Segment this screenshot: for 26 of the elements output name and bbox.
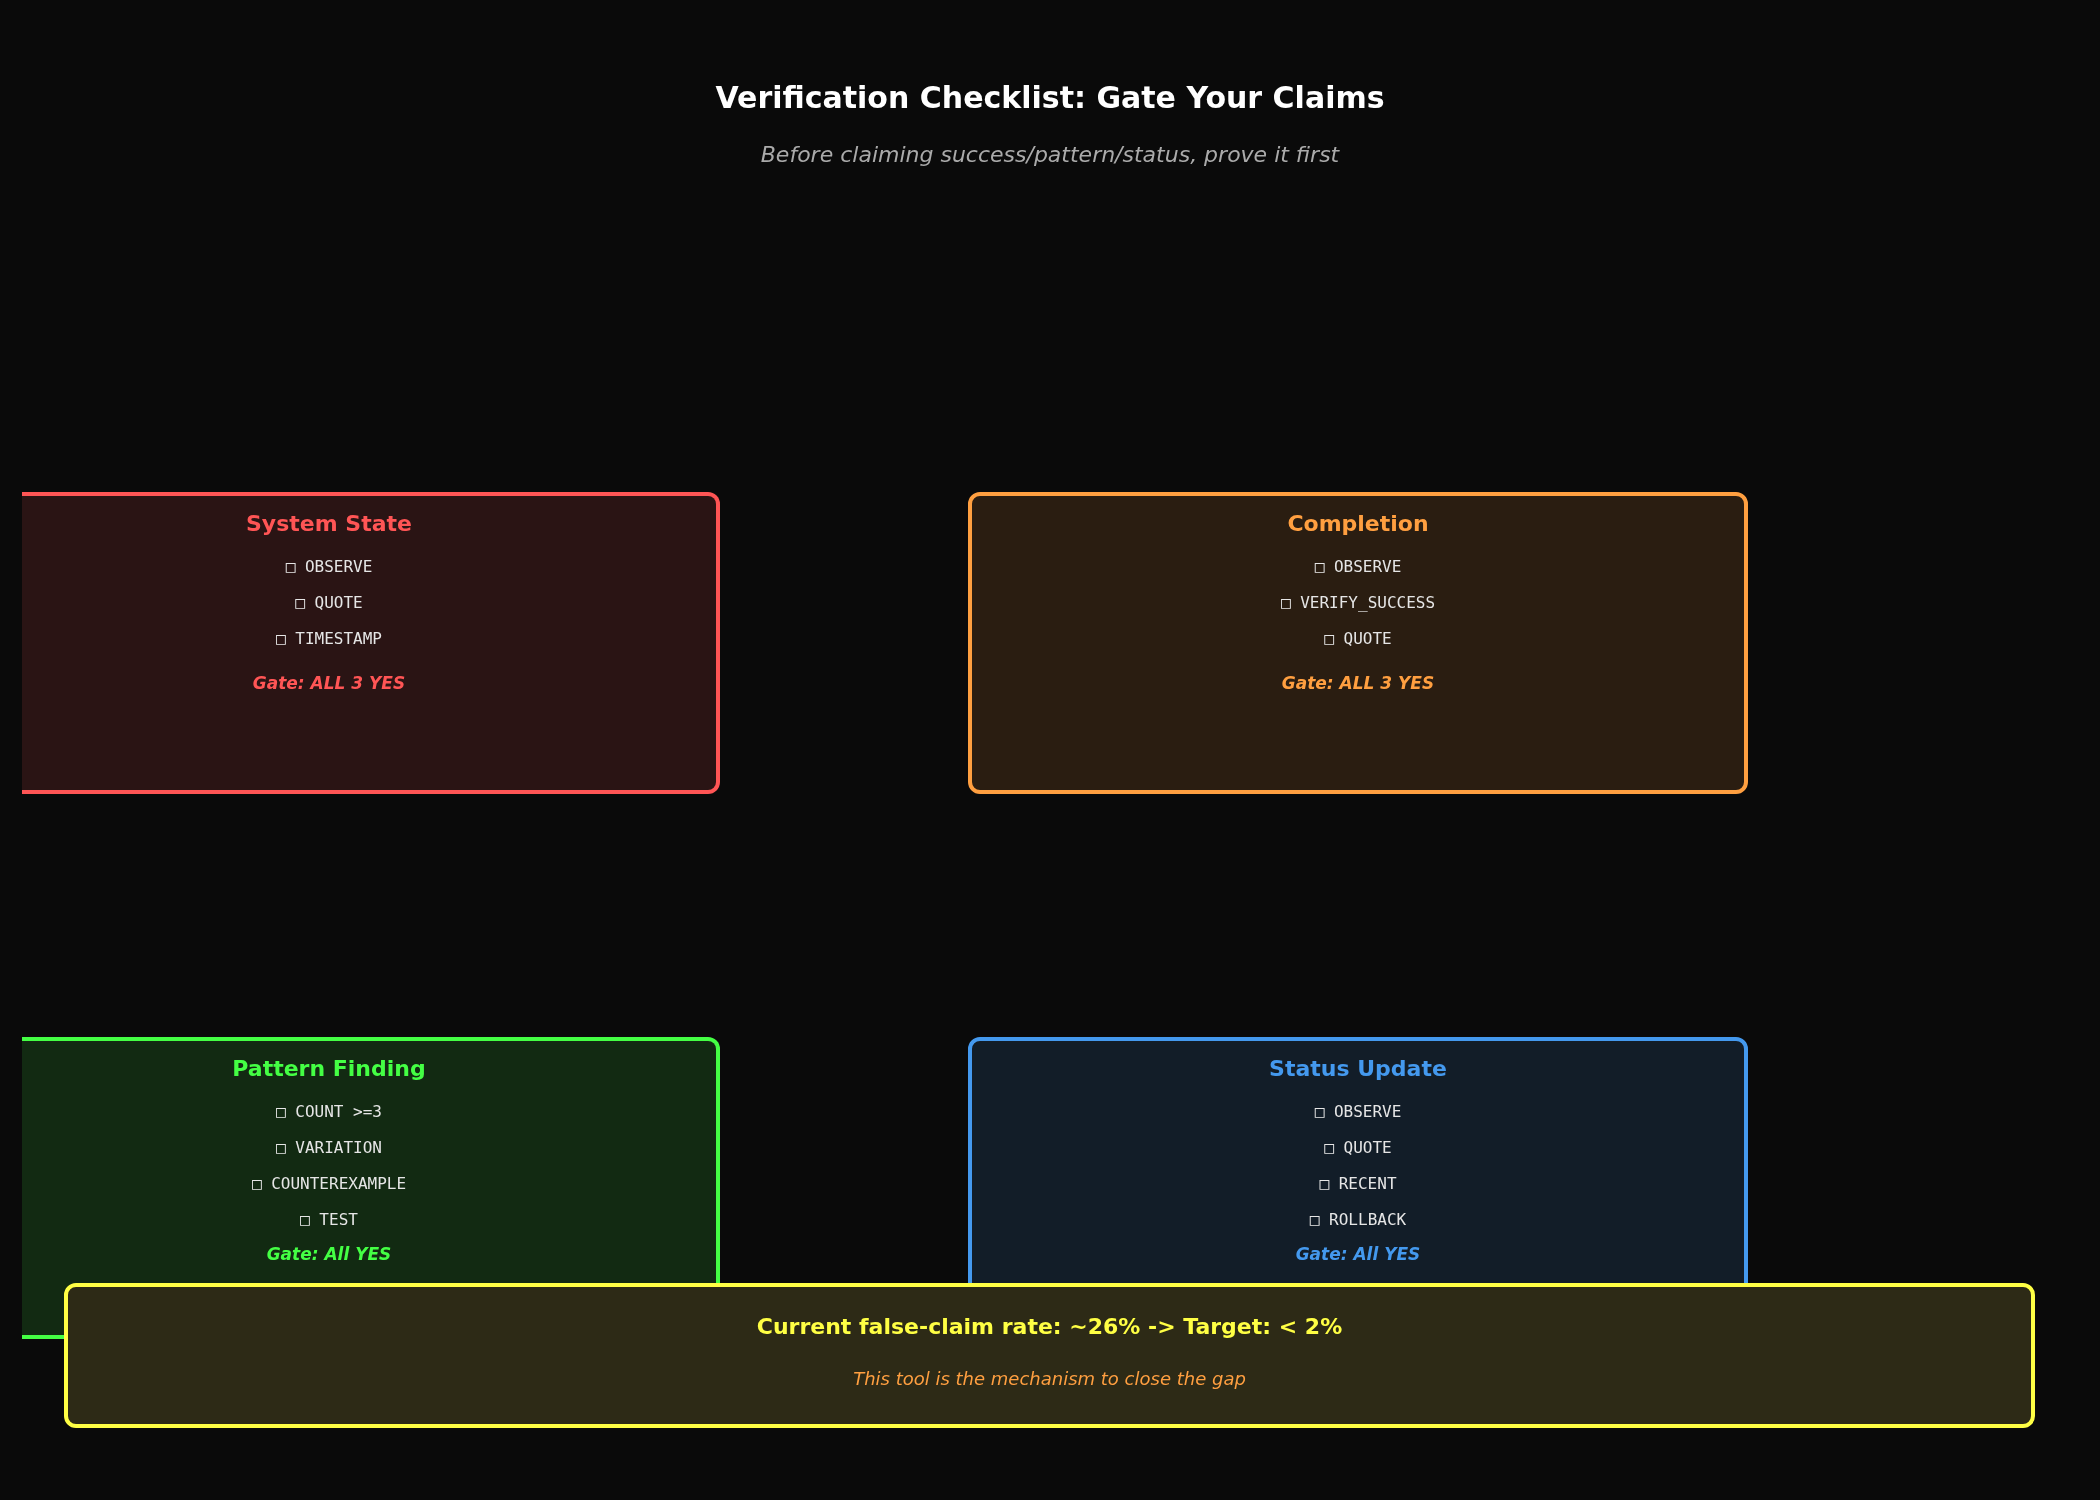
checklist-item: □ TIMESTAMP: [276, 628, 382, 650]
banner-headline: Current false-claim rate: ~26% -> Target: < 2%: [756, 1313, 1343, 1341]
checklist-item: □ COUNTEREXAMPLE: [251, 1173, 407, 1195]
checklist-item: □ VARIATION: [276, 1137, 382, 1159]
gate-label: Gate: ALL 3 YES: [1281, 672, 1435, 694]
page-title: Verification Checklist: Gate Your Claims: [715, 79, 1385, 117]
gate-label: Gate: All YES: [1295, 1243, 1421, 1265]
checklist-item: □ RECENT: [1319, 1173, 1397, 1195]
checklist-item: □ ROLLBACK: [1309, 1209, 1407, 1231]
gate-label: Gate: ALL 3 YES: [252, 672, 406, 694]
checklist-item: □ OBSERVE: [1314, 556, 1402, 578]
checklist-item: □ QUOTE: [295, 592, 363, 614]
banner-note: This tool is the mechanism to close the gap: [853, 1367, 1246, 1391]
checklist-item: □ VERIFY_SUCCESS: [1280, 592, 1436, 614]
checklist-item: □ QUOTE: [1324, 1137, 1392, 1159]
gate-label: Gate: All YES: [266, 1243, 392, 1265]
card-title: System State: [246, 510, 412, 538]
card-title: Pattern Finding: [232, 1055, 426, 1083]
card-title: Completion: [1287, 510, 1429, 538]
card-title: Status Update: [1269, 1055, 1447, 1083]
checklist-item: □ OBSERVE: [285, 556, 373, 578]
checklist-item: □ OBSERVE: [1314, 1101, 1402, 1123]
checklist-item: □ TEST: [300, 1209, 358, 1231]
checklist-item: □ QUOTE: [1324, 628, 1392, 650]
page-subtitle: Before claiming success/pattern/status, prove it first: [760, 141, 1340, 169]
checklist-item: □ COUNT >=3: [276, 1101, 382, 1123]
